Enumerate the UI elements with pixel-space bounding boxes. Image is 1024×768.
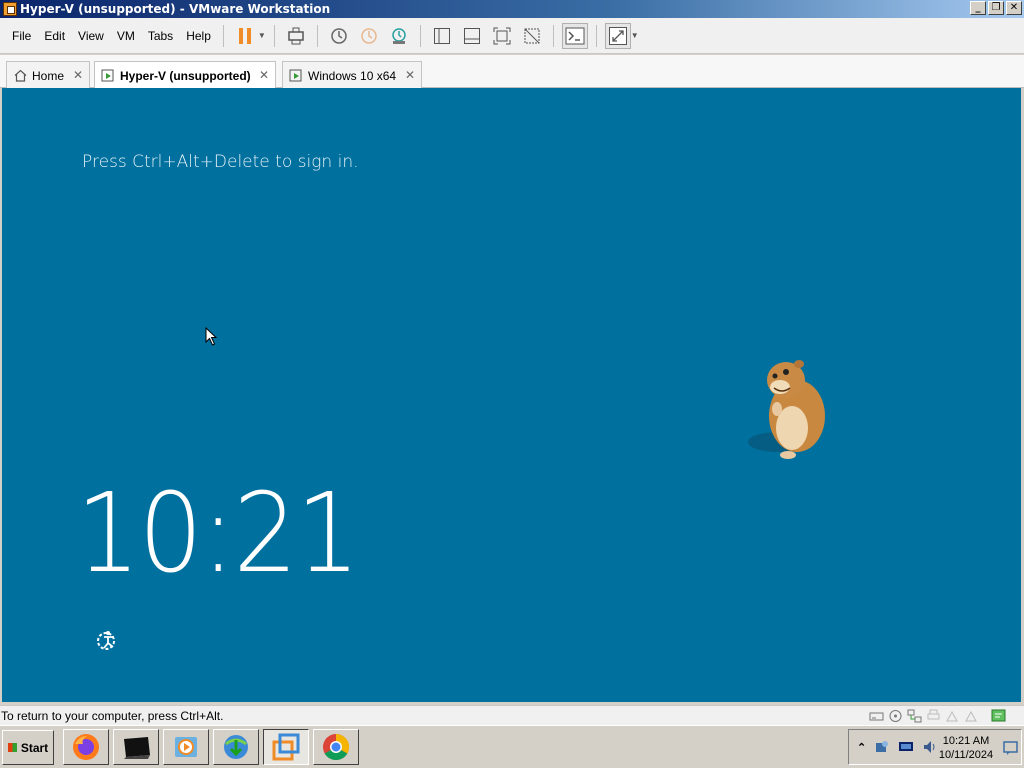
- vm-console-screen[interactable]: Press Ctrl+Alt+Delete to sign in. 10:21: [2, 88, 1021, 702]
- printer-icon[interactable]: [926, 709, 941, 723]
- vm-icon: [101, 69, 115, 83]
- toolbar-separator: [595, 24, 597, 47]
- ease-of-access-icon[interactable]: [92, 628, 122, 654]
- tray-clock[interactable]: 10:21 AM 10/11/2024: [931, 734, 1001, 762]
- fullscreen-icon: [493, 27, 511, 44]
- vmware-icon: [272, 733, 300, 761]
- signin-prompt: Press Ctrl+Alt+Delete to sign in.: [82, 152, 359, 172]
- taskbar-firefox[interactable]: [63, 729, 109, 765]
- chrome-icon: [323, 733, 350, 761]
- taskbar-vmware[interactable]: [263, 729, 309, 765]
- console-icon: [565, 27, 585, 44]
- vm-icon: [289, 69, 303, 83]
- toolbar-separator: [222, 24, 224, 47]
- pause-icon: [238, 27, 251, 44]
- status-message: To return to your computer, press Ctrl+A…: [1, 708, 224, 723]
- console-view-button[interactable]: [561, 22, 588, 49]
- library-view-button[interactable]: [429, 23, 455, 49]
- hard-disk-icon[interactable]: [869, 709, 884, 723]
- mouse-cursor-icon: [205, 327, 218, 346]
- revert-snapshot-button[interactable]: [356, 23, 382, 49]
- menu-edit[interactable]: Edit: [38, 29, 71, 43]
- send-ctrl-alt-del-button[interactable]: [283, 23, 309, 49]
- send-ctrl-alt-del-icon: [288, 27, 304, 44]
- cd-dvd-icon[interactable]: [888, 709, 903, 723]
- network-adapter-icon[interactable]: [907, 709, 922, 723]
- firefox-icon: [73, 734, 99, 760]
- hamster-image: [748, 360, 825, 459]
- media-player-icon: [175, 737, 197, 757]
- menu-tabs[interactable]: Tabs: [142, 29, 179, 43]
- close-icon[interactable]: ✕: [259, 68, 269, 82]
- fullscreen-button[interactable]: [489, 23, 515, 49]
- thumbnail-view-button[interactable]: [459, 23, 485, 49]
- stretch-guest-icon: [608, 26, 627, 45]
- snapshot-icon: [331, 27, 347, 44]
- unity-icon: [524, 28, 540, 43]
- toolbar-separator: [273, 24, 275, 47]
- menu-vm[interactable]: VM: [111, 29, 141, 43]
- tab-label: Windows 10 x64: [308, 68, 397, 83]
- restore-button[interactable]: ❐: [988, 1, 1004, 15]
- pause-button[interactable]: [232, 23, 258, 49]
- window-title: Hyper-V (unsupported) - VMware Workstati…: [20, 2, 331, 16]
- close-button[interactable]: ✕: [1006, 1, 1022, 15]
- usb-device-icon[interactable]: [945, 709, 960, 723]
- thumbnail-view-icon: [463, 27, 480, 44]
- take-snapshot-button[interactable]: [326, 23, 352, 49]
- start-button[interactable]: Start: [2, 730, 54, 765]
- message-log-icon[interactable]: [991, 709, 1006, 723]
- download-manager-icon: [224, 735, 248, 759]
- action-center-icon[interactable]: [1003, 740, 1019, 756]
- toolbar-separator: [419, 24, 421, 47]
- home-icon: [13, 69, 27, 83]
- close-icon[interactable]: ✕: [73, 68, 83, 82]
- stretch-guest-button[interactable]: [604, 22, 631, 49]
- tray-time: 10:21 AM: [942, 735, 990, 747]
- taskbar-download-manager[interactable]: [213, 729, 259, 765]
- menu-view[interactable]: View: [72, 29, 110, 43]
- tab-home[interactable]: Home ✕: [6, 61, 90, 89]
- taskbar: Start ⌃ 10:21 AM 10/11/2024: [0, 725, 1024, 768]
- tab-label: Home: [32, 68, 65, 83]
- minimize-button[interactable]: _: [970, 1, 986, 15]
- stretch-dropdown-icon[interactable]: ▼: [631, 31, 639, 40]
- taskbar-media-player[interactable]: [163, 729, 209, 765]
- system-tray: ⌃ 10:21 AM 10/11/2024: [848, 729, 1022, 765]
- show-hidden-icons-icon[interactable]: ⌃: [857, 741, 866, 754]
- tab-hyper-v[interactable]: Hyper-V (unsupported) ✕: [94, 61, 276, 89]
- tab-bar: Home ✕ Hyper-V (unsupported) ✕ Windows 1…: [0, 55, 1024, 89]
- snapshot-manager-icon: [392, 27, 406, 44]
- toolbar-separator: [552, 24, 554, 47]
- network-tray-icon[interactable]: [898, 739, 914, 755]
- menu-help[interactable]: Help: [180, 29, 217, 43]
- menu-toolbar: File Edit View VM Tabs Help ▼ ▼: [0, 18, 1024, 54]
- menu-file[interactable]: File: [6, 29, 37, 43]
- title-bar: Hyper-V (unsupported) - VMware Workstati…: [0, 0, 1024, 18]
- vmware-app-icon: [3, 2, 17, 16]
- unity-button[interactable]: [519, 23, 545, 49]
- revert-snapshot-icon: [361, 27, 377, 44]
- lock-screen-clock: 10:21: [76, 469, 360, 597]
- library-view-icon: [433, 27, 450, 44]
- toolbar-separator: [316, 24, 318, 47]
- tab-label: Hyper-V (unsupported): [120, 68, 251, 83]
- taskbar-chrome[interactable]: [313, 729, 359, 765]
- windows-logo-icon: [7, 743, 17, 752]
- start-label: Start: [20, 740, 49, 755]
- terminal-icon: [124, 737, 150, 759]
- status-bar: To return to your computer, press Ctrl+A…: [0, 705, 1024, 725]
- pause-dropdown-icon[interactable]: ▼: [258, 31, 266, 40]
- sound-card-icon[interactable]: [964, 709, 979, 723]
- user-tray-icon[interactable]: [874, 739, 890, 755]
- tray-date: 10/11/2024: [938, 749, 994, 761]
- taskbar-terminal[interactable]: [113, 729, 159, 765]
- close-icon[interactable]: ✕: [405, 68, 415, 82]
- snapshot-manager-button[interactable]: [386, 23, 412, 49]
- tab-windows-10[interactable]: Windows 10 x64 ✕: [282, 61, 422, 89]
